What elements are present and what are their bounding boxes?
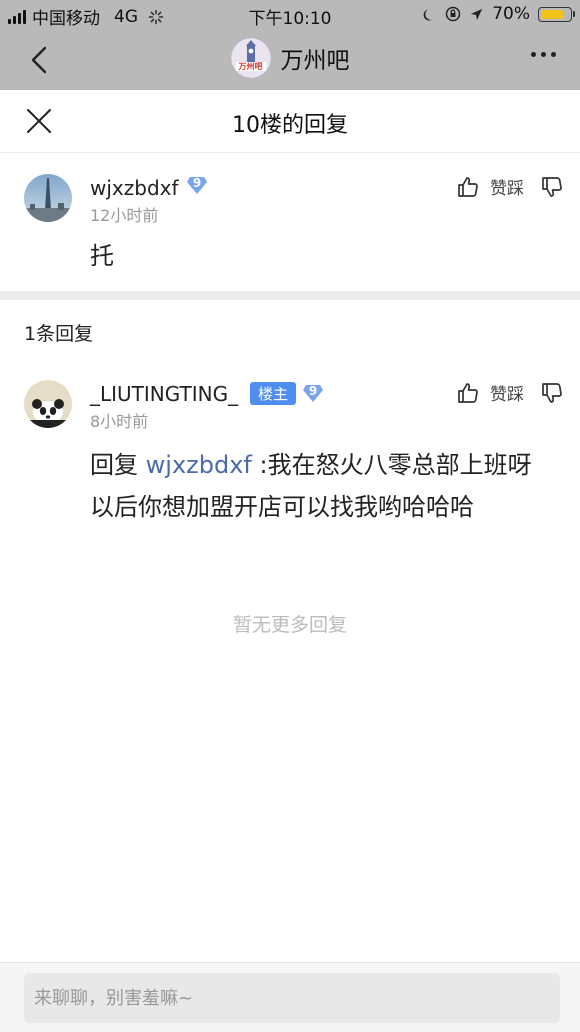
vote-label: 赞踩 [490, 385, 524, 405]
no-more-replies: 暂无更多回复 [232, 614, 347, 636]
username[interactable]: _LIUTINGTING_ [90, 382, 238, 406]
level-number: 9 [308, 384, 318, 398]
tower-icon [230, 38, 271, 78]
forum-title: 万州吧 [280, 48, 350, 74]
reply-prefix: 回复 [90, 451, 146, 479]
nav-bar: 万州吧 万州吧 [0, 30, 580, 90]
list-item: _LIUTINGTING_ 楼主 9 8小时前 赞踩 回复 wjxzbdxf :… [0, 360, 580, 590]
city-tower-avatar-icon [24, 174, 72, 222]
forum-header[interactable]: 万州吧 万州吧 [0, 38, 580, 78]
avatar[interactable] [24, 380, 72, 428]
status-bar: 中国移动 4G 下午10:10 70% [0, 0, 580, 30]
moon-icon [423, 8, 435, 20]
sheet-title: 10楼的回复 [232, 113, 348, 138]
comment-bar [0, 962, 580, 1032]
thumbs-up-icon[interactable] [456, 175, 480, 199]
more-options-icon[interactable] [531, 52, 556, 57]
rotation-lock-icon [445, 6, 461, 22]
vote-actions: 赞踩 [456, 174, 564, 199]
main-post: wjxzbdxf 9 12小时前 赞踩 托 [0, 152, 580, 291]
location-arrow-icon [471, 8, 483, 20]
reply-sheet-header: 10楼的回复 [0, 90, 580, 153]
reply-time: 8小时前 [90, 412, 149, 431]
level-badge: 9 [302, 382, 324, 404]
forum-logo: 万州吧 [230, 38, 271, 78]
avatar[interactable] [24, 174, 72, 222]
level-number: 9 [192, 176, 202, 190]
section-divider [0, 291, 580, 300]
comment-input[interactable] [24, 973, 560, 1023]
thumbs-down-icon[interactable] [540, 175, 564, 199]
mention-link[interactable]: wjxzbdxf [146, 451, 252, 479]
post-time: 12小时前 [90, 206, 159, 225]
level-badge: 9 [186, 174, 208, 196]
forum-logo-text: 万州吧 [238, 62, 263, 71]
panda-avatar-icon [24, 380, 72, 428]
status-right: 70% [422, 4, 575, 24]
host-badge: 楼主 [250, 382, 297, 405]
reply-count: 1条回复 [24, 323, 94, 345]
battery-icon [538, 6, 575, 22]
thumbs-down-icon[interactable] [540, 381, 564, 405]
username[interactable]: wjxzbdxf [90, 176, 179, 200]
vote-label: 赞踩 [490, 179, 524, 199]
post-content: 托 [90, 242, 114, 270]
reply-content: 回复 wjxzbdxf :我在怒火八零总部上班呀 以后你想加盟开店可以找我哟哈哈… [90, 444, 552, 528]
thumbs-up-icon[interactable] [456, 381, 480, 405]
battery-percent: 70% [492, 4, 530, 24]
vote-actions: 赞踩 [456, 380, 564, 405]
